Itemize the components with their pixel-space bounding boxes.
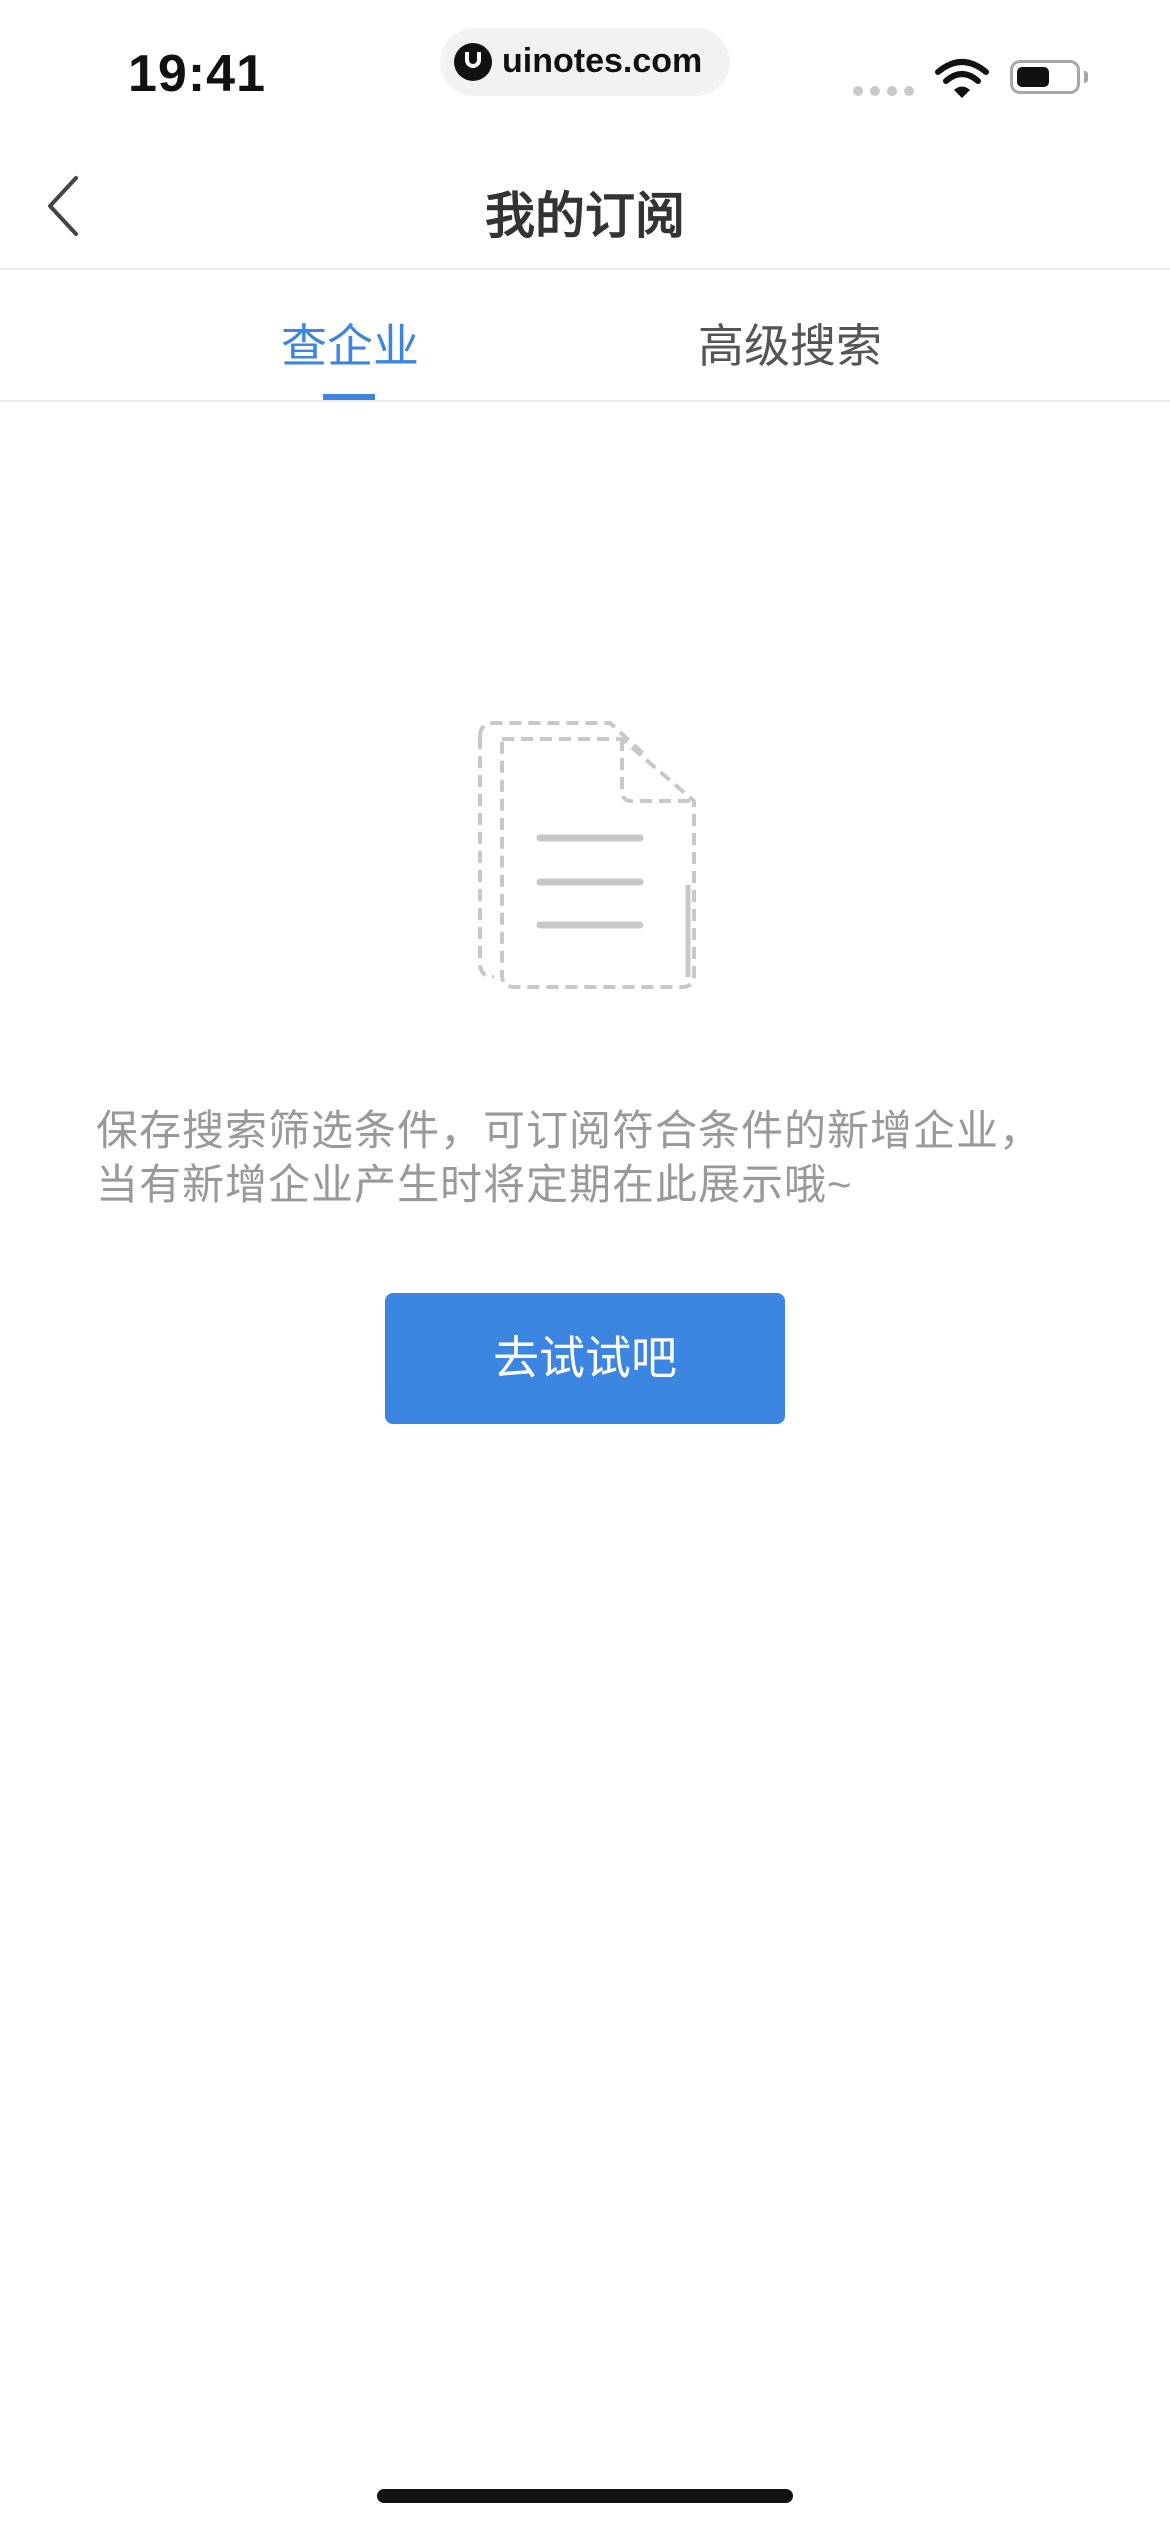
navigation-bar: 我的订阅 — [0, 140, 1170, 270]
empty-state-message: 保存搜索筛选条件，可订阅符合条件的新增企业，当有新增企业产生时将定期在此展示哦~ — [96, 1107, 1043, 1208]
url-pill[interactable]: uinotes.com — [440, 28, 730, 96]
site-logo-icon — [454, 43, 492, 81]
battery-icon — [1010, 60, 1080, 94]
page-title: 我的订阅 — [485, 188, 685, 244]
cellular-signal-icon — [853, 86, 915, 96]
wifi-icon — [935, 59, 989, 98]
tab-company-search[interactable]: 查企业 — [250, 310, 450, 400]
document-icon — [478, 721, 696, 989]
active-tab-indicator — [323, 394, 375, 400]
battery-level — [1017, 67, 1049, 87]
try-it-button[interactable]: 去试试吧 — [385, 1293, 785, 1424]
url-text: uinotes.com — [502, 42, 703, 80]
status-time: 19:41 — [128, 45, 266, 103]
tab-label: 查企业 — [281, 320, 419, 372]
tab-label: 高级搜索 — [698, 320, 882, 372]
battery-cap — [1084, 71, 1088, 83]
tab-bar: 查企业 高级搜索 — [0, 270, 1170, 402]
home-indicator[interactable] — [377, 2489, 793, 2503]
status-bar: 19:41 uinotes.com — [0, 0, 1170, 140]
tab-advanced-search[interactable]: 高级搜索 — [680, 310, 900, 400]
